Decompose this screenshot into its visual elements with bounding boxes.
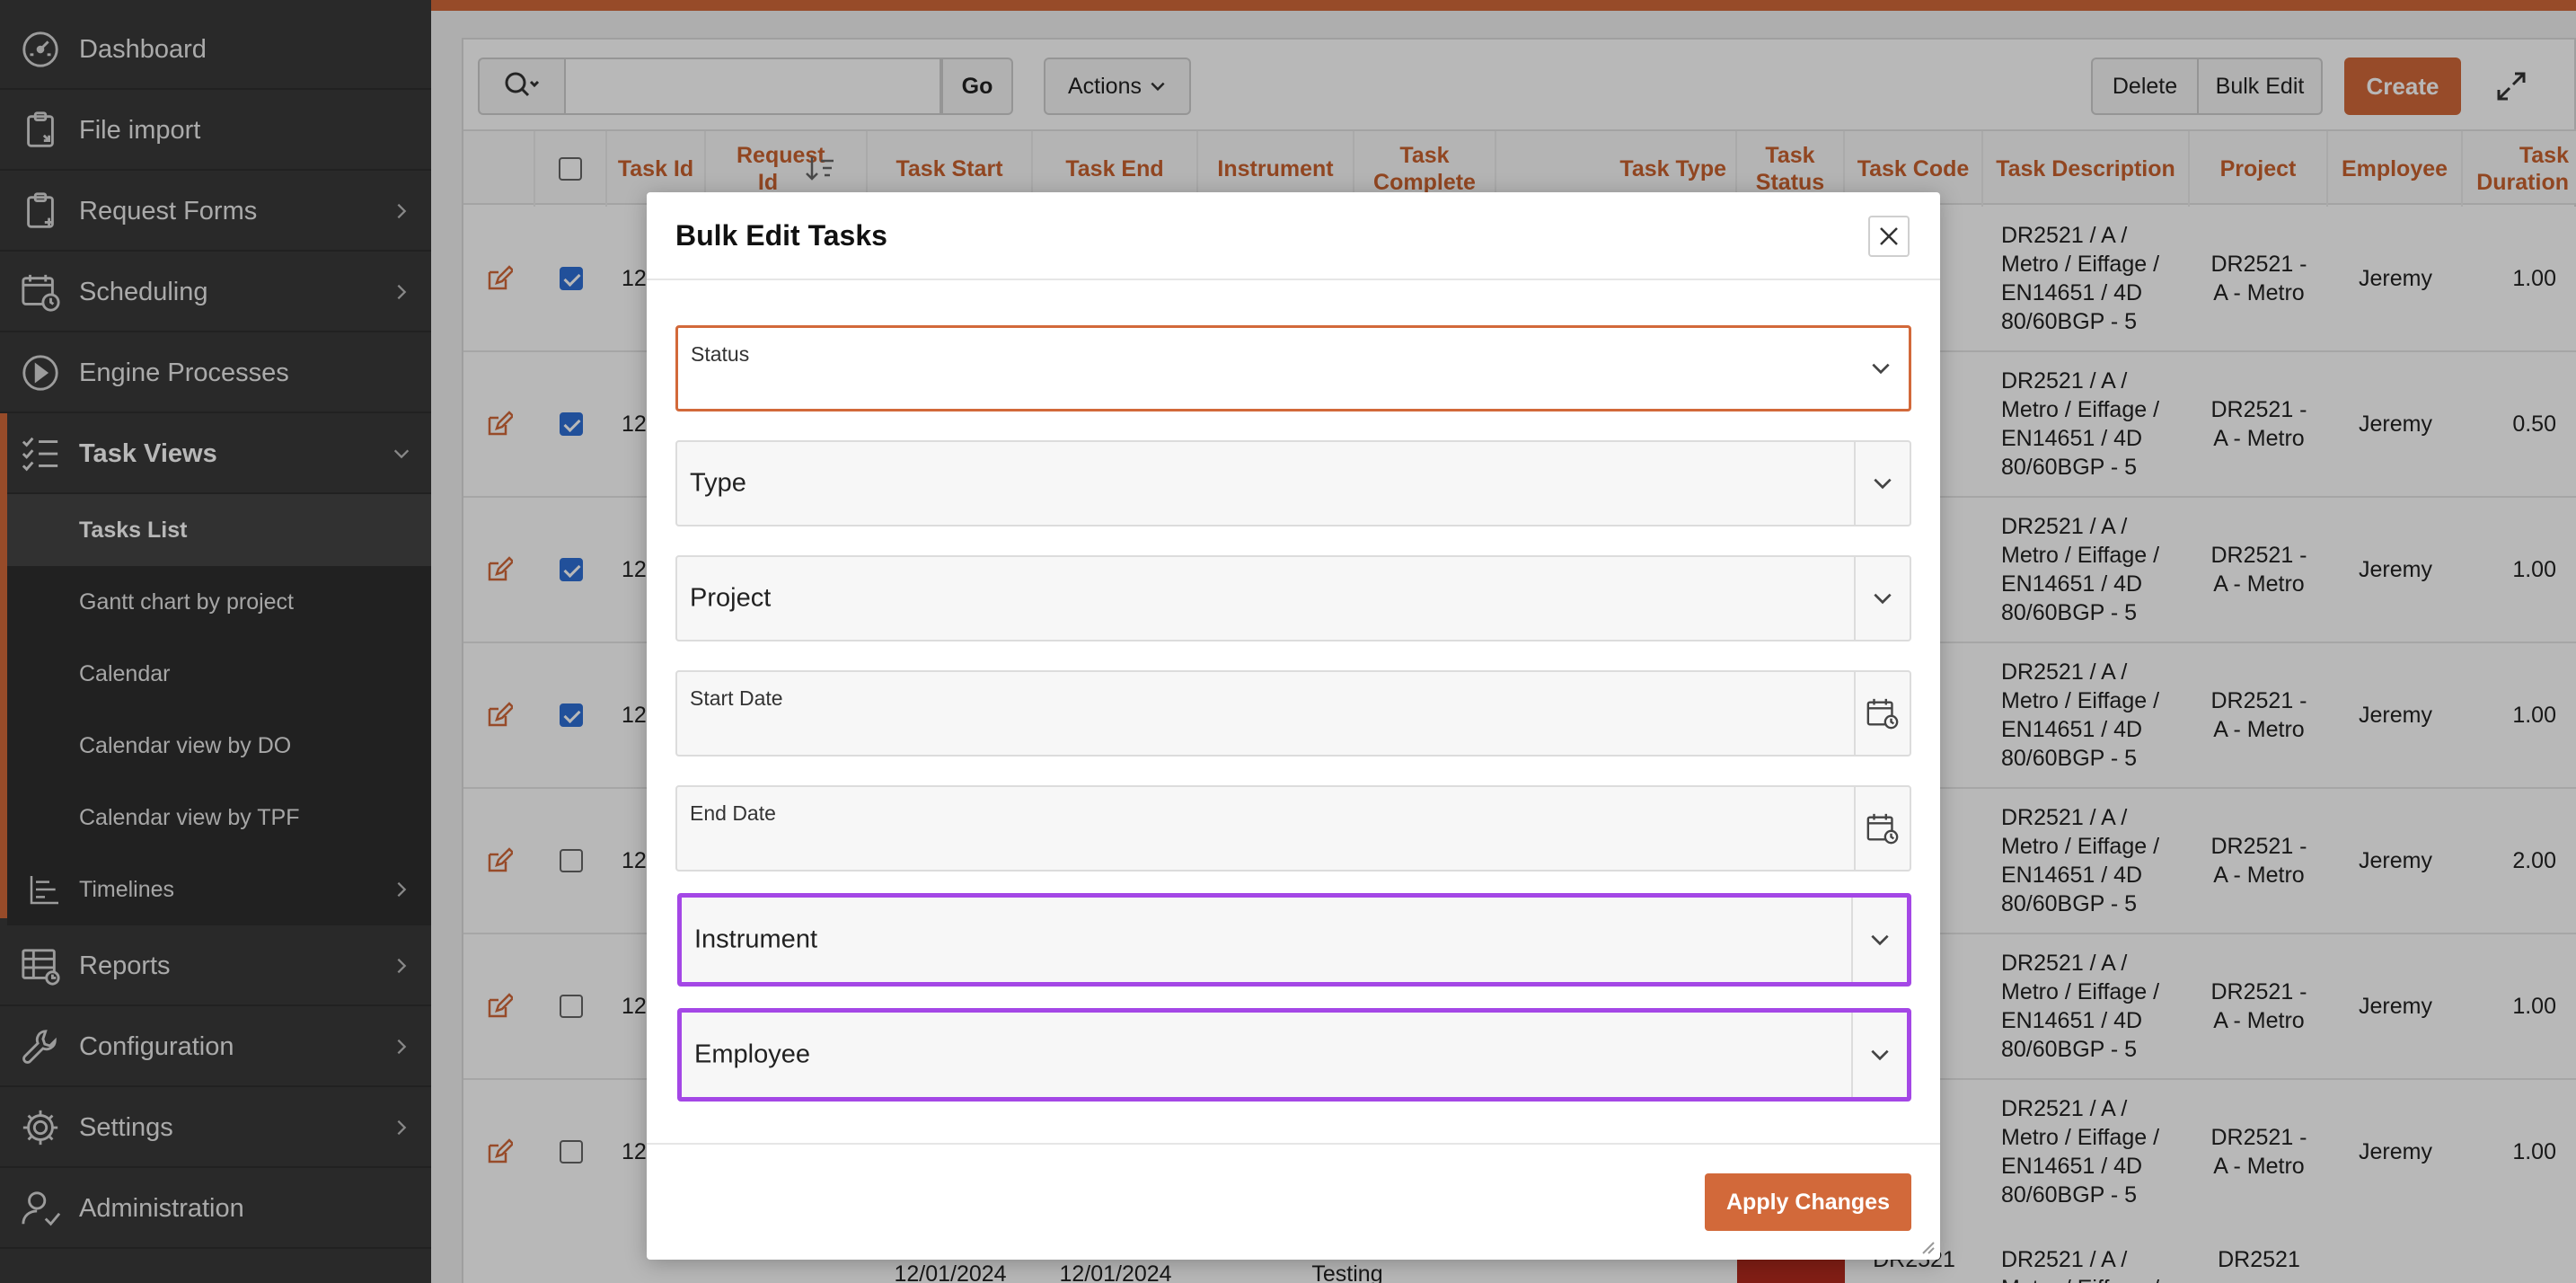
calendar-icon: [1866, 813, 1899, 845]
chevron-down-icon: [1871, 934, 1889, 946]
end-date-field[interactable]: End Date: [675, 785, 1911, 872]
dropdown-trigger[interactable]: [1854, 442, 1910, 525]
chevron-down-icon: [1874, 478, 1892, 490]
dialog-footer: Apply Changes: [647, 1143, 1940, 1260]
instrument-select[interactable]: Instrument: [677, 893, 1911, 987]
dropdown-trigger[interactable]: [1854, 557, 1910, 640]
dialog-header: Bulk Edit Tasks: [647, 192, 1940, 280]
field-label: End Date: [690, 801, 776, 825]
resize-handle-icon[interactable]: [1919, 1238, 1935, 1254]
dropdown-trigger: [1853, 328, 1909, 409]
chevron-down-icon: [1872, 363, 1890, 375]
type-select[interactable]: Type: [675, 440, 1911, 526]
chevron-down-icon: [1874, 593, 1892, 605]
apply-changes-button[interactable]: Apply Changes: [1705, 1173, 1911, 1231]
close-icon: [1880, 227, 1898, 245]
status-select[interactable]: Status: [675, 325, 1911, 411]
field-label: Project: [690, 583, 772, 613]
date-picker-button[interactable]: [1854, 787, 1910, 870]
calendar-icon: [1866, 698, 1899, 730]
field-label: Start Date: [690, 686, 783, 710]
close-button[interactable]: [1868, 216, 1910, 257]
date-picker-button[interactable]: [1854, 672, 1910, 755]
dialog-title: Bulk Edit Tasks: [675, 219, 887, 252]
dropdown-trigger[interactable]: [1851, 898, 1907, 982]
field-label: Status: [691, 342, 750, 366]
employee-select[interactable]: Employee: [677, 1008, 1911, 1102]
bulk-edit-dialog: Bulk Edit Tasks Status Type Project Star…: [647, 192, 1940, 1260]
dropdown-trigger[interactable]: [1851, 1013, 1907, 1097]
project-select[interactable]: Project: [675, 555, 1911, 642]
field-label: Instrument: [694, 925, 817, 954]
start-date-field[interactable]: Start Date: [675, 670, 1911, 757]
chevron-down-icon: [1871, 1049, 1889, 1061]
field-label: Employee: [694, 1040, 810, 1069]
field-label: Type: [690, 468, 746, 498]
